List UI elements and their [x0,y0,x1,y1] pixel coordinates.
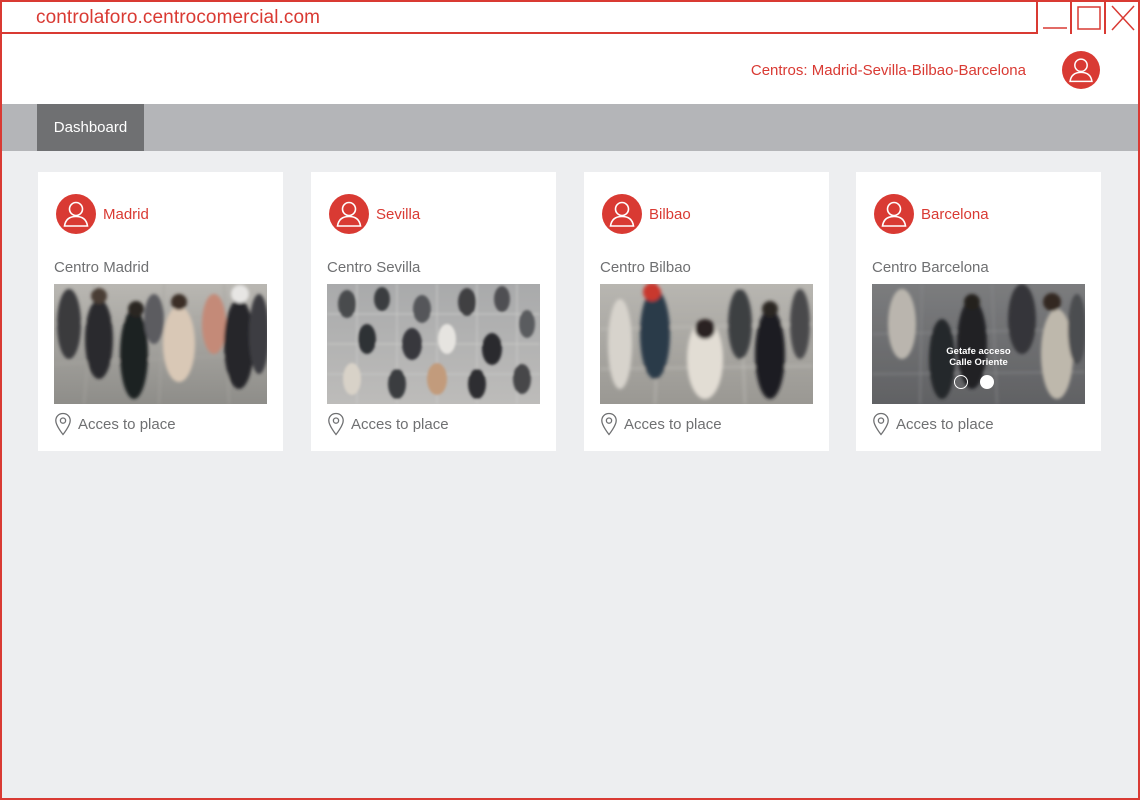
card-subtitle: Centro Barcelona [872,259,989,276]
window-controls [1036,2,1138,34]
user-avatar-icon [329,194,369,234]
access-to-place-link[interactable]: Acces to place [54,412,176,436]
user-avatar-icon [874,194,914,234]
center-card-sevilla[interactable]: Sevilla Centro Sevilla Acces to place [311,172,556,451]
crowd-photo [327,284,540,404]
card-header: Bilbao [602,194,691,234]
card-header: Barcelona [874,194,989,234]
user-avatar-icon [602,194,642,234]
access-to-place-link[interactable]: Acces to place [600,412,722,436]
tab-dashboard[interactable]: Dashboard [37,104,144,151]
carousel-dot[interactable] [954,375,968,389]
crowd-photo [600,284,813,404]
card-subtitle: Centro Sevilla [327,259,421,276]
centros-label: Centros: Madrid-Sevilla-Bilbao-Barcelona [750,62,1026,79]
center-card-madrid[interactable]: Madrid Centro Madrid Acces to place [38,172,283,451]
access-to-place-link[interactable]: Acces to place [327,412,449,436]
center-card-barcelona[interactable]: Barcelona Centro Barcelona Getafe acceso… [856,172,1101,451]
centers-grid: Madrid Centro Madrid Acces to place Sevi… [38,172,1138,462]
crowd-photo: Getafe acceso Calle Oriente [872,284,1085,404]
center-card-bilbao[interactable]: Bilbao Centro Bilbao Acces to place [584,172,829,451]
card-title[interactable]: Barcelona [921,206,989,223]
carousel-dot-active[interactable] [980,375,994,389]
app-header: Centros: Madrid-Sevilla-Bilbao-Barcelona [2,34,1138,104]
access-to-place-link[interactable]: Acces to place [872,412,994,436]
minimize-icon [1043,27,1067,29]
access-label: Acces to place [624,415,722,433]
crowd-photo [54,284,267,404]
card-title[interactable]: Sevilla [376,206,420,223]
access-label: Acces to place [78,415,176,433]
card-header: Sevilla [329,194,420,234]
card-subtitle: Centro Bilbao [600,259,691,276]
close-icon [1111,5,1135,31]
access-label: Acces to place [896,415,994,433]
card-header: Madrid [56,194,149,234]
user-avatar-icon [56,194,96,234]
card-title[interactable]: Madrid [103,206,149,223]
location-pin-icon [55,412,71,436]
location-pin-icon [601,412,617,436]
location-pin-icon [873,412,889,436]
camera-location-line2: Calle Oriente [949,357,1008,368]
camera-location-line1: Getafe acceso [946,346,1011,357]
nav-bar: Dashboard [2,104,1138,151]
browser-window: controlaforo.centrocomercial.com Centros… [0,0,1140,800]
minimize-button[interactable] [1036,2,1070,34]
card-subtitle: Centro Madrid [54,259,150,276]
title-bar: controlaforo.centrocomercial.com [2,2,1138,34]
user-avatar-icon[interactable] [1062,51,1100,89]
maximize-button[interactable] [1070,2,1104,34]
close-button[interactable] [1104,2,1138,34]
card-title[interactable]: Bilbao [649,206,691,223]
access-label: Acces to place [351,415,449,433]
location-pin-icon [328,412,344,436]
carousel-indicator [954,375,994,389]
camera-location-label: Getafe acceso Calle Oriente [872,346,1085,368]
maximize-icon [1077,6,1101,30]
url-text[interactable]: controlaforo.centrocomercial.com [36,7,320,29]
